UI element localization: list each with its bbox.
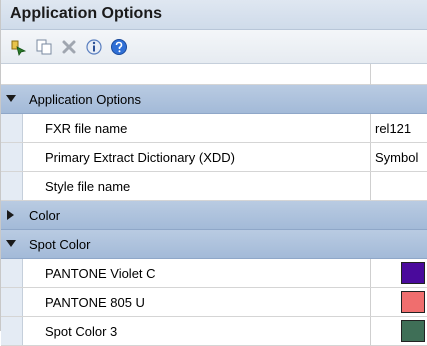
color-swatch[interactable] [401,291,425,313]
delete-button[interactable] [58,36,80,58]
row-margin [1,172,23,200]
info-button[interactable] [83,36,105,58]
property-row-primary-extract-dictionary[interactable]: Primary Extract Dictionary (XDD) Symbol [1,143,427,172]
property-name: FXR file name [45,121,128,136]
row-margin [1,143,23,171]
collapse-arrow-icon[interactable] [5,238,17,250]
property-name-cell[interactable]: PANTONE Violet C [23,259,371,287]
category-color[interactable]: Color [1,201,427,230]
help-button[interactable] [108,36,130,58]
property-value-cell[interactable]: rel121 [371,114,427,142]
property-value-cell[interactable] [371,259,427,287]
copy-icon [36,39,52,55]
color-swatch[interactable] [401,262,425,284]
property-value: Symbol [375,150,419,165]
property-name-cell[interactable]: FXR file name [23,114,371,142]
title-bar: Application Options [1,0,427,30]
grid-header-row [1,64,427,85]
help-icon [111,39,127,55]
row-margin [1,288,23,316]
property-value: rel121 [375,121,412,136]
property-name-cell[interactable]: Spot Color 3 [23,317,371,345]
property-name: PANTONE 805 U [45,295,145,310]
color-swatch[interactable] [401,320,425,342]
property-name: Style file name [45,179,131,194]
delete-icon [62,40,76,54]
column-divider[interactable] [370,64,371,85]
property-name-cell[interactable]: Style file name [23,172,371,200]
application-options-window: Application Options Application Options … [0,0,427,346]
row-margin [1,259,23,287]
info-icon [86,39,102,55]
category-application-options[interactable]: Application Options [1,85,427,114]
expand-arrow-icon[interactable] [5,209,17,221]
property-grid: Application Options FXR file name rel121… [1,64,427,346]
property-name: Primary Extract Dictionary (XDD) [45,150,235,165]
property-row-style-file-name[interactable]: Style file name [1,172,427,201]
property-row-pantone-805-u[interactable]: PANTONE 805 U [1,288,427,317]
property-value-cell[interactable] [371,317,427,345]
category-label: Spot Color [29,237,91,252]
property-value-cell[interactable] [371,288,427,316]
category-spot-color[interactable]: Spot Color [1,230,427,259]
category-label: Color [29,208,61,223]
window-title: Application Options [10,5,162,22]
row-margin [1,317,23,345]
property-value-cell[interactable] [371,172,427,200]
category-label: Application Options [29,92,142,107]
property-row-spot-color-3[interactable]: Spot Color 3 [1,317,427,346]
toolbar [1,30,427,64]
row-margin [1,114,23,142]
add-item-icon [11,40,27,56]
copy-button[interactable] [33,36,55,58]
property-name: Spot Color 3 [45,324,118,339]
property-name-cell[interactable]: PANTONE 805 U [23,288,371,316]
property-row-pantone-violet-c[interactable]: PANTONE Violet C [1,259,427,288]
property-value-cell[interactable]: Symbol [371,143,427,171]
property-row-fxr-file-name[interactable]: FXR file name rel121 [1,114,427,143]
collapse-arrow-icon[interactable] [5,93,17,105]
property-name-cell[interactable]: Primary Extract Dictionary (XDD) [23,143,371,171]
property-name: PANTONE Violet C [45,266,156,281]
add-item-button[interactable] [8,36,30,58]
